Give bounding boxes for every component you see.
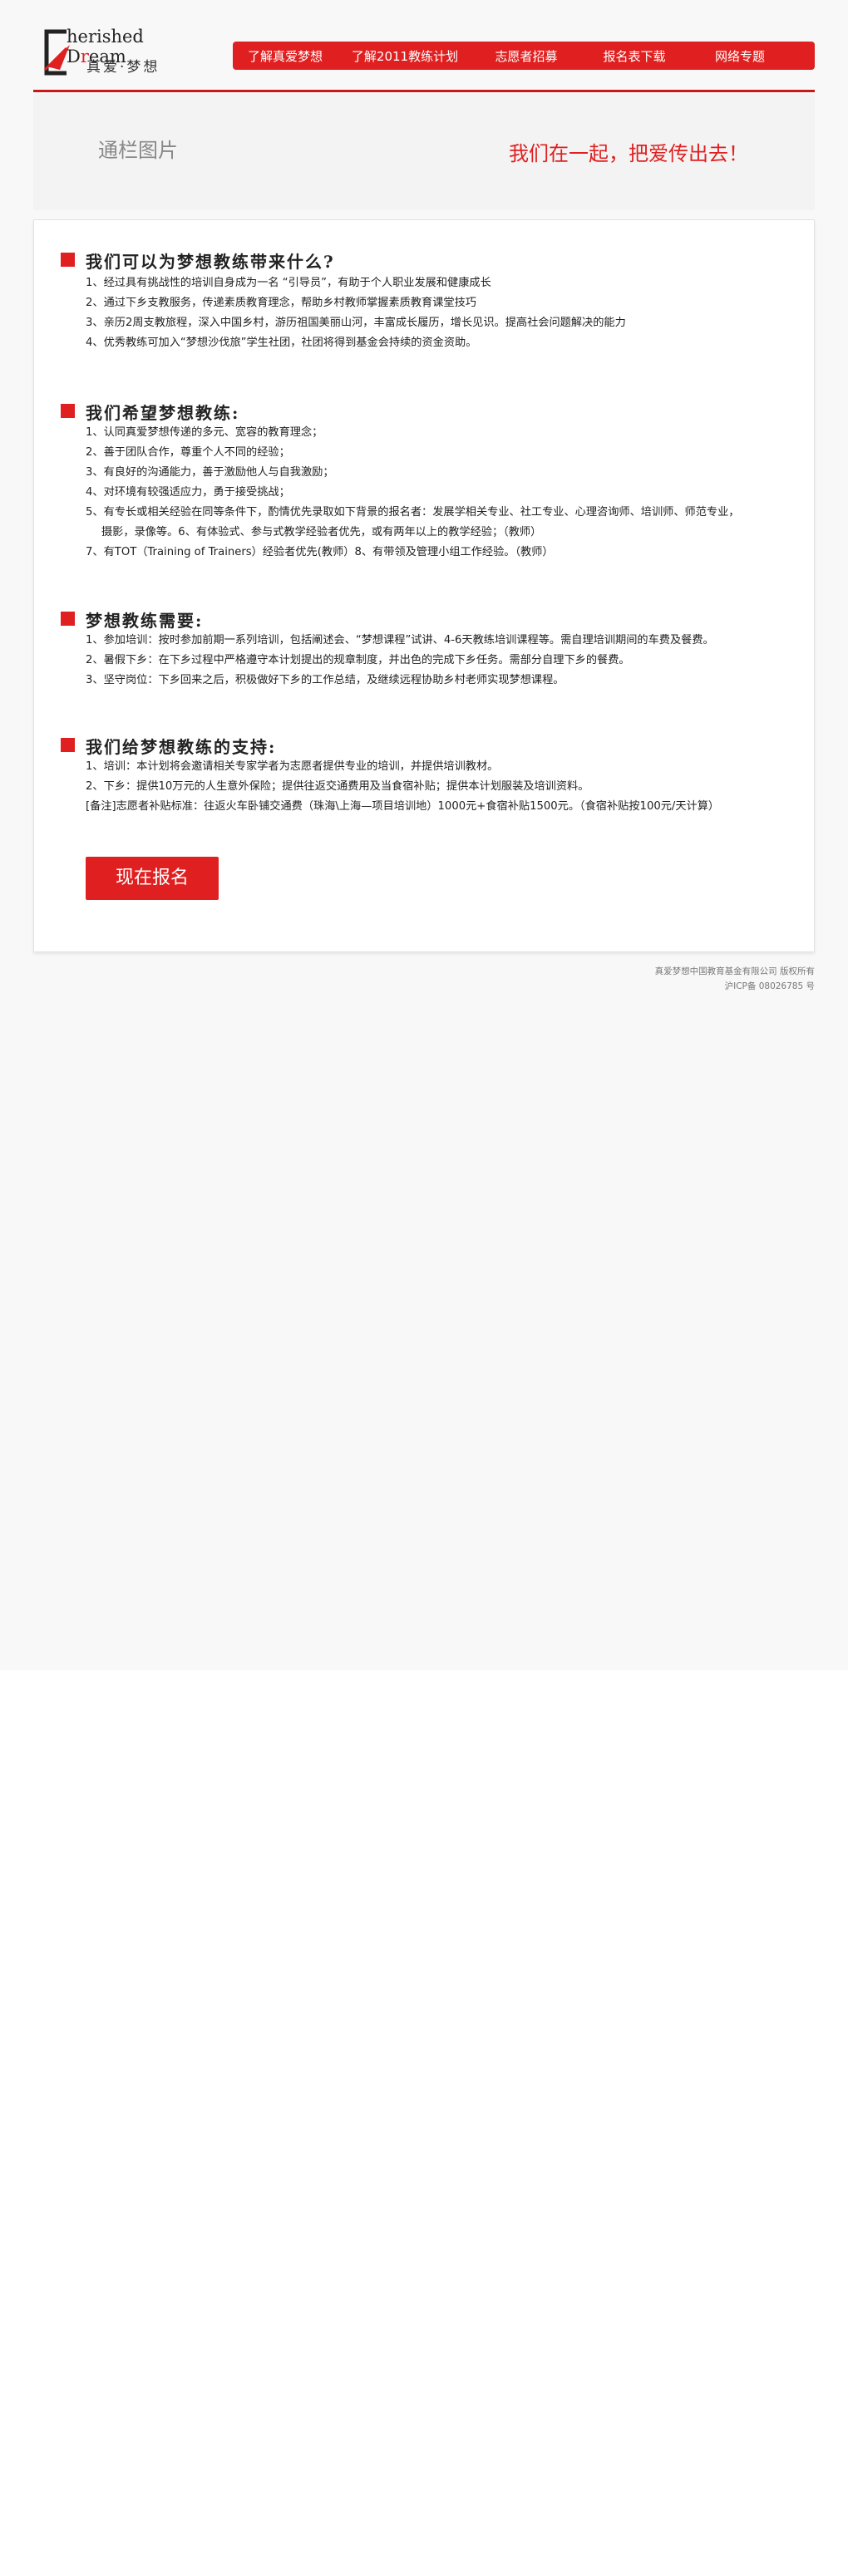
list-item: 4、对环境有较强适应力，勇于接受挑战；	[86, 486, 290, 499]
site-footer: 真爱梦想中国教育基金有限公司 版权所有 沪ICP备 08026785 号	[482, 964, 815, 994]
section-square-icon	[61, 404, 75, 418]
section-requirements: 我们希望梦想教练: 1、认同真爱梦想传递的多元、宽容的教育理念； 2、善于团队合…	[61, 400, 792, 563]
content-card: 我们可以为梦想教练带来什么? 1、经过具有挑战性的培训自身成为一名 “引导员”，…	[33, 219, 815, 952]
section-duties: 梦想教练需要: 1、参加培训：按时参加前期一系列培训，包括阐述会、“梦想课程”试…	[61, 607, 792, 691]
site-header: herished Dream 真爱·梦想 了解真爱梦想 了解2011教练计划 志…	[33, 20, 815, 88]
section-heading: 我们希望梦想教练:	[86, 403, 240, 423]
section-title: 我们希望梦想教练:	[61, 400, 792, 423]
list-item: 3、亲历2周支教旅程，深入中国乡村，游历祖国美丽山河，丰富成长履历，增长见识。提…	[86, 317, 626, 329]
section-title: 梦想教练需要:	[61, 607, 792, 631]
list-item: 2、通过下乡支教服务，传递素质教育理念，帮助乡村教师掌握素质教育课堂技巧	[86, 297, 476, 309]
section-square-icon	[61, 612, 75, 626]
list-item: 3、有良好的沟通能力，善于激励他人与自我激励；	[86, 466, 334, 479]
footer-icp[interactable]: 沪ICP备 08026785 号	[482, 979, 815, 994]
list-item: 3、坚守岗位：下乡回来之后，积极做好下乡的工作总结，及继续远程协助乡村老师实现梦…	[86, 674, 565, 686]
nav-item-coach-plan-2011[interactable]: 了解2011教练计划	[334, 47, 476, 65]
section-support: 我们给梦想教练的支持: 1、培训：本计划将会邀请相关专家学者为志愿者提供专业的培…	[61, 734, 792, 817]
list-item: 2、暑假下乡：在下乡过程中严格遵守本计划提出的规章制度，并出色的完成下乡任务。需…	[86, 654, 630, 666]
list-item: 1、培训：本计划将会邀请相关专家学者为志愿者提供专业的培训，并提供培训教材。	[86, 760, 499, 773]
section-heading: 我们可以为梦想教练带来什么?	[86, 252, 335, 272]
main-nav: 了解真爱梦想 了解2011教练计划 志愿者招募 报名表下载 网络专题	[233, 42, 815, 70]
section-heading: 我们给梦想教练的支持:	[86, 737, 277, 757]
list-item: 4、优秀教练可加入“梦想沙伐旅”学生社团，社团将得到基金会持续的资金资助。	[86, 337, 477, 349]
banner-placeholder-text: 通栏图片	[98, 139, 178, 162]
list-item: 2、下乡：提供10万元的人生意外保险；提供往返交通费用及当食宿补贴；提供本计划服…	[86, 780, 589, 793]
footer-copyright: 真爱梦想中国教育基金有限公司 版权所有	[654, 966, 815, 976]
section-title: 我们给梦想教练的支持:	[61, 734, 792, 757]
site-logo[interactable]: herished Dream 真爱·梦想	[42, 25, 183, 80]
signup-now-button[interactable]: 现在报名	[86, 857, 219, 900]
section-body: 1、培训：本计划将会邀请相关专家学者为志愿者提供专业的培训，并提供培训教材。 2…	[86, 757, 792, 817]
list-item: 5、有专长或相关经验在同等条件下，酌情优先录取如下背景的报名者：发展学相关专业、…	[86, 506, 740, 519]
header-divider	[33, 90, 815, 92]
list-item: 1、经过具有挑战性的培训自身成为一名 “引导员”，有助于个人职业发展和健康成长	[86, 277, 491, 289]
section-title: 我们可以为梦想教练带来什么?	[61, 248, 792, 272]
list-item: 2、善于团队合作，尊重个人不同的经验；	[86, 446, 290, 459]
section-body: 1、认同真爱梦想传递的多元、宽容的教育理念； 2、善于团队合作，尊重个人不同的经…	[86, 423, 792, 563]
logo-mark-icon	[43, 29, 70, 76]
list-item: 7、有TOT（Training of Trainers）经验者优先(教师）8、有…	[86, 546, 554, 558]
section-square-icon	[61, 738, 75, 752]
section-benefits: 我们可以为梦想教练带来什么? 1、经过具有挑战性的培训自身成为一名 “引导员”，…	[61, 248, 792, 353]
section-body: 1、参加培训：按时参加前期一系列培训，包括阐述会、“梦想课程”试讲、4-6天教练…	[86, 631, 792, 691]
section-heading: 梦想教练需要:	[86, 611, 204, 631]
section-body: 1、经过具有挑战性的培训自身成为一名 “引导员”，有助于个人职业发展和健康成长 …	[86, 273, 792, 353]
list-item: 摄影，录像等。6、有体验式、参与式教学经验者优先，或有两年以上的教学经验；（教师…	[101, 526, 542, 538]
nav-item-web-topic[interactable]: 网络专题	[692, 47, 788, 65]
nav-item-form-download[interactable]: 报名表下载	[577, 47, 692, 65]
banner-slogan: 我们在一起，把爱传出去！	[509, 142, 748, 165]
section-square-icon	[61, 253, 75, 267]
nav-item-about-dream[interactable]: 了解真爱梦想	[236, 47, 334, 65]
banner: 通栏图片 我们在一起，把爱传出去！	[33, 94, 815, 210]
list-item: 1、认同真爱梦想传递的多元、宽容的教育理念；	[86, 426, 323, 439]
nav-item-volunteer-recruit[interactable]: 志愿者招募	[476, 47, 577, 65]
logo-chinese-text: 真爱·梦想	[86, 59, 160, 76]
list-item: 1、参加培训：按时参加前期一系列培训，包括阐述会、“梦想课程”试讲、4-6天教练…	[86, 634, 714, 646]
list-item: [备注]志愿者补贴标准：往返火车卧铺交通费（珠海\上海—项目培训地）1000元+…	[86, 800, 720, 813]
